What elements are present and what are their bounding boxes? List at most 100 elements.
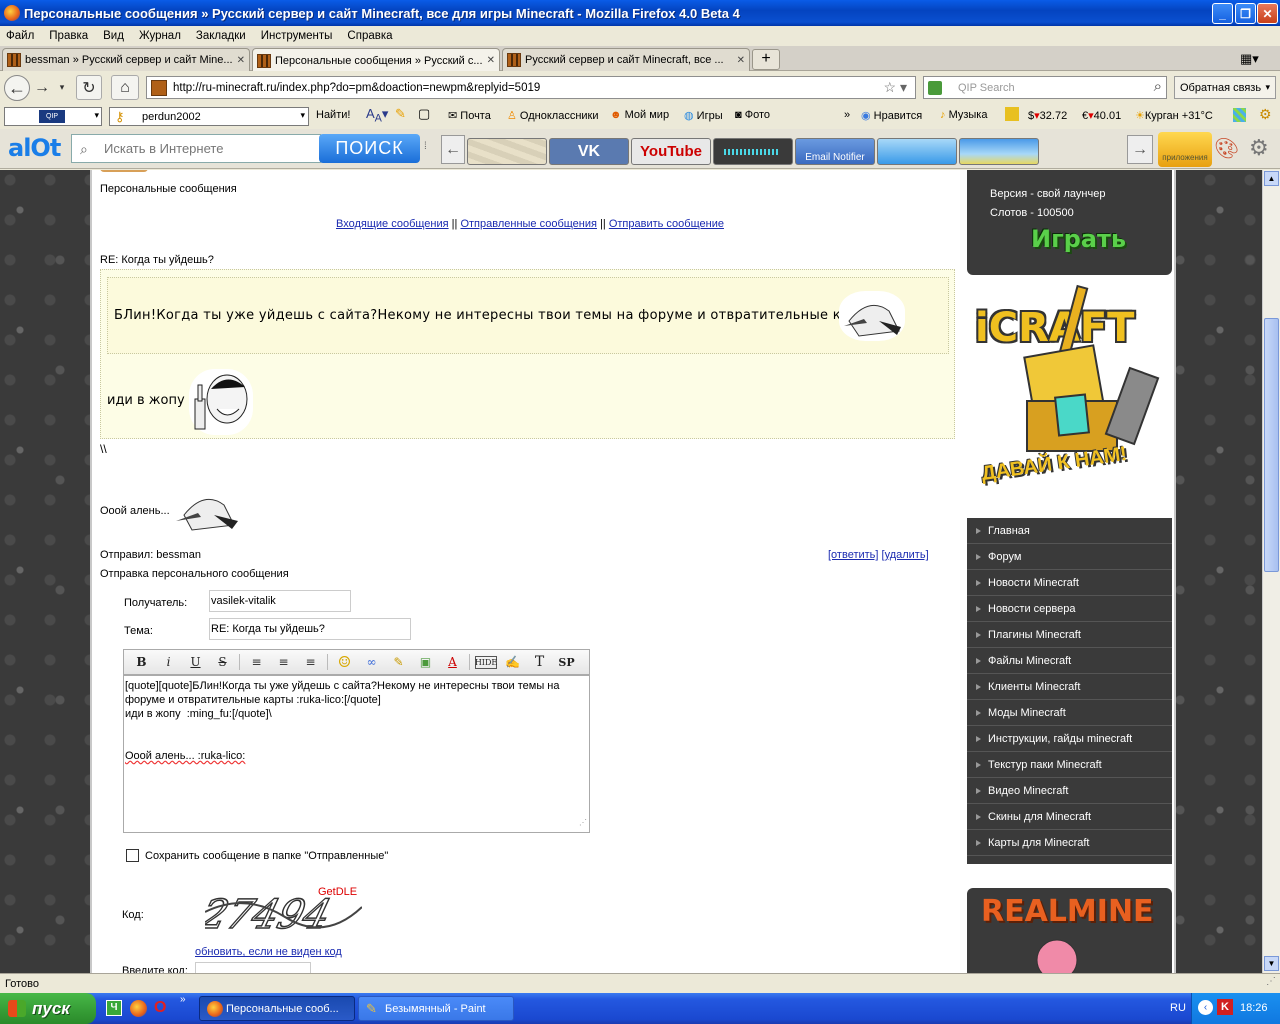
clock[interactable]: 18:26	[1240, 1002, 1268, 1014]
quicklaunch-more-icon[interactable]: »	[180, 994, 186, 1005]
scroll-down-icon[interactable]: ▼	[1264, 956, 1279, 971]
minimize-button[interactable]: _	[1212, 3, 1233, 24]
color-button[interactable]: A	[439, 652, 466, 672]
tab-pm[interactable]: Персональные сообщения » Русский с... ✕	[252, 48, 500, 72]
hide-button[interactable]: HIDE	[475, 655, 497, 669]
nav-minecraft-news[interactable]: Новости Minecraft	[967, 570, 1172, 596]
apps-button[interactable]: приложения	[1158, 132, 1212, 167]
underline-button[interactable]: U	[182, 652, 209, 672]
tab-close-icon[interactable]: ✕	[737, 55, 745, 66]
chevron-more-icon[interactable]: »	[844, 109, 850, 121]
url-bar[interactable]: http://ru-minecraft.ru/index.php?do=pm&d…	[146, 76, 916, 99]
tab-list-icon[interactable]: ▦▾	[1240, 51, 1259, 67]
font-size-icon[interactable]: AA▾	[366, 106, 388, 125]
home-button[interactable]: ⌂	[111, 75, 139, 100]
youtube-thumbnail[interactable]: YouTube	[631, 138, 711, 165]
games-link[interactable]: ◍ Игры	[684, 109, 723, 122]
bookmark-star-icon[interactable]: ☆ ▾	[884, 79, 907, 96]
enter-code-field[interactable]	[195, 962, 311, 973]
start-button[interactable]: пуск	[0, 993, 96, 1024]
spoiler-button[interactable]: SP	[553, 652, 580, 672]
send-message-link[interactable]: Отправить сообщение	[609, 218, 724, 230]
menu-edit[interactable]: Правка	[49, 30, 88, 42]
moy-mir-link[interactable]: ☻ Мой мир	[610, 109, 669, 121]
quicklaunch-firefox-icon[interactable]	[130, 1000, 147, 1017]
antivirus-icon[interactable]: K	[1217, 999, 1233, 1015]
page-icon[interactable]: ▢	[418, 106, 430, 122]
menu-tools[interactable]: Инструменты	[261, 30, 333, 42]
search-magnifier-icon[interactable]: ⌕	[1154, 78, 1162, 95]
language-indicator[interactable]: RU	[1170, 1002, 1186, 1014]
nav-video[interactable]: Видео Minecraft	[967, 778, 1172, 804]
align-left-button[interactable]: ≡	[243, 652, 270, 672]
nav-files[interactable]: Файлы Minecraft	[967, 648, 1172, 674]
image-button[interactable]: ▣	[412, 652, 439, 672]
save-checkbox[interactable]	[126, 849, 139, 862]
nav-maps[interactable]: Карты для Minecraft	[967, 830, 1172, 856]
alot-search-button[interactable]: ПОИСК	[319, 134, 420, 163]
nav-texture-packs[interactable]: Текстур паки Minecraft	[967, 752, 1172, 778]
quicklaunch-icq-icon[interactable]: Ч	[106, 1000, 122, 1016]
nav-skins[interactable]: Скины для Minecraft	[967, 804, 1172, 830]
new-tab-button[interactable]: +	[752, 49, 780, 70]
alot-search-input[interactable]: ⌕ Искать в Интернете	[71, 134, 321, 163]
alot-logo[interactable]: alOt	[8, 134, 61, 162]
highlighter-icon[interactable]: ✎	[395, 106, 406, 122]
resize-grip-icon[interactable]: ⋰	[579, 816, 587, 830]
refresh-captcha-link[interactable]: обновить, если не виден код	[195, 946, 342, 958]
menu-help[interactable]: Справка	[347, 30, 392, 42]
vertical-scrollbar[interactable]: ▲ ▼	[1262, 170, 1280, 973]
gear-icon[interactable]: ⚙	[1259, 106, 1272, 123]
link-button[interactable]: ∞	[358, 652, 385, 672]
audio-thumbnail[interactable]	[713, 138, 793, 165]
icraft-banner[interactable]: iCRAFT ДАВАЙ К НАМ!	[967, 281, 1172, 506]
books-thumbnail[interactable]	[877, 138, 957, 165]
weather-widget[interactable]: ☀Курган +31°C	[1135, 109, 1213, 122]
bold-button[interactable]: B	[128, 652, 155, 672]
left-arrow-icon[interactable]: ←	[441, 135, 465, 164]
find-button[interactable]: Найти!	[316, 109, 350, 121]
tab-close-icon[interactable]: ✕	[237, 55, 245, 66]
play-button[interactable]: Играть	[1031, 225, 1126, 253]
qip-selector[interactable]: QIP ▾	[4, 107, 102, 126]
palette-icon[interactable]: 🎨︎	[1214, 136, 1239, 161]
subject-field[interactable]: RE: Когда ты уйдешь?	[209, 618, 411, 640]
back-button[interactable]: ←	[4, 75, 30, 101]
puzzle-icon[interactable]	[1233, 108, 1246, 122]
menu-file[interactable]: Файл	[6, 30, 34, 42]
reply-link[interactable]: [ответить]	[828, 549, 878, 561]
music-link[interactable]: ♪ Музыка	[940, 109, 987, 121]
message-textarea[interactable]: [quote][quote]БЛин!Когда ты уже уйдешь с…	[123, 675, 590, 833]
smiley-button[interactable]: ☺	[331, 652, 358, 672]
wallet-icon[interactable]	[1005, 107, 1019, 121]
align-center-button[interactable]: ≡	[270, 652, 297, 672]
history-dropdown-icon[interactable]: ▾	[56, 75, 68, 100]
forward-button[interactable]: →	[32, 75, 52, 100]
nav-guides[interactable]: Инструкции, гайды minecraft	[967, 726, 1172, 752]
odnoklassniki-link[interactable]: ♙ Одноклассники	[507, 109, 599, 122]
close-button[interactable]: ✕	[1257, 3, 1278, 24]
maximize-button[interactable]: ❐	[1235, 3, 1256, 24]
translit-button[interactable]: T	[526, 652, 553, 672]
nav-mods[interactable]: Моды Minecraft	[967, 700, 1172, 726]
italic-button[interactable]: i	[155, 652, 182, 672]
settings-gear-icon[interactable]: ⚙	[1249, 135, 1269, 161]
task-paint[interactable]: ✎ Безымянный - Paint	[358, 996, 514, 1021]
align-right-button[interactable]: ≡	[297, 652, 324, 672]
leech-button[interactable]: ✎	[385, 652, 412, 672]
menu-bookmarks[interactable]: Закладки	[196, 30, 246, 42]
like-link[interactable]: ◉ Нравится	[861, 109, 922, 122]
qip-search-input[interactable]: QIP Search ⌕	[923, 76, 1167, 99]
nav-clients[interactable]: Клиенты Minecraft	[967, 674, 1172, 700]
resize-grip-icon[interactable]: ⋰	[1266, 976, 1276, 987]
tray-back-icon[interactable]: ‹	[1198, 1000, 1213, 1015]
nav-forum[interactable]: Форум	[967, 544, 1172, 570]
scroll-thumb[interactable]	[1264, 318, 1279, 572]
menu-history[interactable]: Журнал	[139, 30, 181, 42]
vk-thumbnail[interactable]: VK	[549, 138, 629, 165]
right-arrow-icon[interactable]: →	[1127, 135, 1153, 164]
save-to-sent-option[interactable]: Сохранить сообщение в папке "Отправленны…	[126, 849, 388, 862]
nav-plugins[interactable]: Плагины Minecraft	[967, 622, 1172, 648]
nav-main[interactable]: Главная	[967, 518, 1172, 544]
reload-button[interactable]: ↻	[76, 75, 102, 100]
